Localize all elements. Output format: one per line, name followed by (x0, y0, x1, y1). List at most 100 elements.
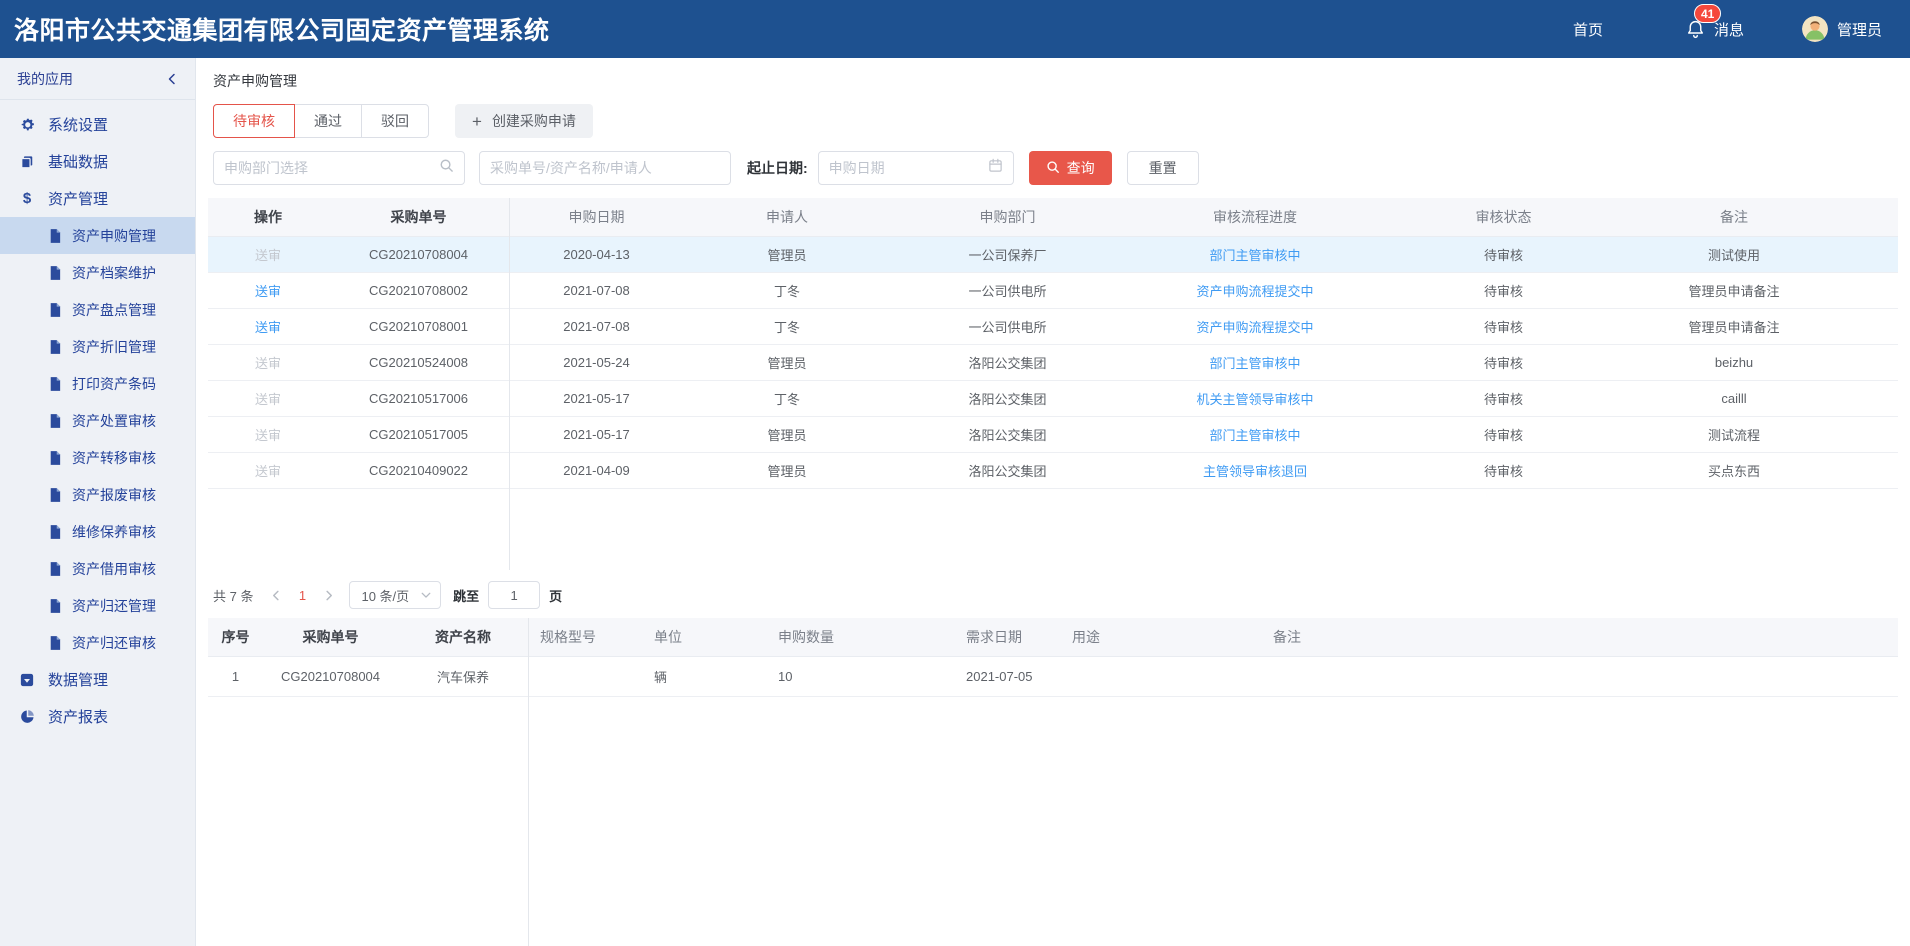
file-icon (47, 377, 63, 391)
sidebar-item-label: 基础数据 (48, 151, 108, 172)
column-header: 单位 (642, 618, 766, 656)
avatar (1802, 16, 1828, 42)
sidebar: 我的应用 系统设置基础数据$资产管理资产申购管理资产档案维护资产盘点管理资产折旧… (0, 58, 196, 946)
messages-nav[interactable]: 41 消息 (1685, 19, 1744, 40)
sidebar-item-asset-management[interactable]: $资产管理 (0, 180, 195, 217)
sidebar-item-label: 资产归还管理 (72, 596, 156, 616)
submit-review-link[interactable]: 送审 (255, 464, 281, 479)
sidebar-item-system-settings[interactable]: 系统设置 (0, 106, 195, 143)
sidebar-item-data-management[interactable]: 数据管理 (0, 661, 195, 698)
sidebar-item-label: 资产处置审核 (72, 411, 156, 431)
applicant-cell: 丁冬 (684, 380, 890, 416)
sidebar-item-base-data[interactable]: 基础数据 (0, 143, 195, 180)
sidebar-item-asset-return-audit[interactable]: 资产归还审核 (0, 624, 195, 661)
submit-review-link[interactable]: 送审 (255, 284, 281, 299)
keyword-search-box (479, 151, 731, 185)
sidebar-item-asset-inventory[interactable]: 资产盘点管理 (0, 291, 195, 328)
order-row[interactable]: 送审CG202107080042020-04-13管理员一公司保养厂部门主管审核… (208, 236, 1898, 272)
order-row[interactable]: 送审CG202107080022021-07-08丁冬一公司供电所资产申购流程提… (208, 272, 1898, 308)
pagination-current-page[interactable]: 1 (289, 582, 315, 608)
department-cell: 一公司供电所 (890, 272, 1125, 308)
tab-rejected[interactable]: 驳回 (361, 104, 429, 138)
sidebar-item-asset-return-manage[interactable]: 资产归还管理 (0, 587, 195, 624)
sidebar-item-asset-report[interactable]: 资产报表 (0, 698, 195, 735)
progress-link[interactable]: 机关主管领导审核中 (1196, 392, 1313, 407)
tab-pending[interactable]: 待审核 (213, 104, 295, 138)
progress-cell: 资产申购流程提交中 (1125, 272, 1385, 308)
jump-page-input[interactable] (488, 581, 540, 609)
file-icon (47, 340, 63, 354)
date-picker-input[interactable] (829, 160, 982, 176)
main-content: 资产申购管理 待审核通过驳回 + 创建采购申请 起止日期: (196, 58, 1910, 946)
sidebar-collapse-button[interactable] (166, 73, 178, 85)
messages-badge: 41 (1694, 4, 1721, 23)
file-icon (47, 266, 63, 280)
column-header: 采购单号 (328, 198, 509, 236)
progress-link[interactable]: 部门主管审核中 (1209, 248, 1300, 263)
progress-link[interactable]: 主管领导审核退回 (1203, 464, 1307, 479)
need-date-cell: 2021-07-05 (954, 656, 1060, 696)
progress-link[interactable]: 部门主管审核中 (1209, 428, 1300, 443)
sidebar-item-print-barcode[interactable]: 打印资产条码 (0, 365, 195, 402)
index-cell: 1 (208, 656, 263, 696)
column-header: 备注 (1622, 198, 1846, 236)
column-header: 审核状态 (1385, 198, 1622, 236)
submit-review-link[interactable]: 送审 (255, 248, 281, 263)
action-cell: 送审 (208, 308, 328, 344)
reset-button[interactable]: 重置 (1127, 151, 1199, 185)
pagination-prev-button[interactable] (263, 582, 289, 608)
column-header: 序号 (208, 618, 263, 656)
action-cell: 送审 (208, 452, 328, 488)
column-header: 需求日期 (954, 618, 1060, 656)
sidebar-item-asset-transfer[interactable]: 资产转移审核 (0, 439, 195, 476)
detail-row[interactable]: 1CG20210708004汽车保养辆102021-07-05 (208, 656, 1898, 696)
app-layout: 我的应用 系统设置基础数据$资产管理资产申购管理资产档案维护资产盘点管理资产折旧… (0, 58, 1910, 946)
file-icon (47, 599, 63, 613)
keyword-input[interactable] (490, 160, 720, 176)
progress-link[interactable]: 资产申购流程提交中 (1196, 284, 1313, 299)
action-cell: 送审 (208, 272, 328, 308)
sidebar-item-asset-purchase[interactable]: 资产申购管理 (0, 217, 195, 254)
tab-approved[interactable]: 通过 (294, 104, 362, 138)
submit-review-link[interactable]: 送审 (255, 392, 281, 407)
plus-icon: + (472, 113, 482, 130)
order-row[interactable]: 送审CG202107080012021-07-08丁冬一公司供电所资产申购流程提… (208, 308, 1898, 344)
order-row[interactable]: 送审CG202105240082021-05-24管理员洛阳公交集团部门主管审核… (208, 344, 1898, 380)
status-cell: 待审核 (1385, 308, 1622, 344)
page-size-select[interactable]: 10 条/页 (349, 581, 441, 609)
submit-review-link[interactable]: 送审 (255, 320, 281, 335)
order-row[interactable]: 送审CG202105170062021-05-17丁冬洛阳公交集团机关主管领导审… (208, 380, 1898, 416)
filler-cell (1846, 236, 1898, 272)
search-button[interactable]: 查询 (1029, 151, 1112, 185)
sidebar-item-asset-scrap[interactable]: 资产报废审核 (0, 476, 195, 513)
order-row[interactable]: 送审CG202104090222021-04-09管理员洛阳公交集团主管领导审核… (208, 452, 1898, 488)
create-purchase-button[interactable]: + 创建采购申请 (455, 104, 593, 138)
submit-review-link[interactable]: 送审 (255, 428, 281, 443)
order-no-cell: CG20210708001 (328, 308, 509, 344)
progress-link[interactable]: 资产申购流程提交中 (1196, 320, 1313, 335)
sidebar-item-asset-depreciation[interactable]: 资产折旧管理 (0, 328, 195, 365)
nav-home-link[interactable]: 首页 (1573, 19, 1603, 40)
pagination: 共 7 条 1 10 条/页 跳至 页 (196, 570, 1910, 618)
progress-cell: 部门主管审核中 (1125, 236, 1385, 272)
sidebar-item-maintenance-audit[interactable]: 维修保养审核 (0, 513, 195, 550)
sidebar-item-asset-archive[interactable]: 资产档案维护 (0, 254, 195, 291)
sidebar-item-label: 数据管理 (48, 669, 108, 690)
create-purchase-label: 创建采购申请 (492, 111, 576, 131)
app-title: 洛阳市公共交通集团有限公司固定资产管理系统 (14, 11, 550, 47)
pagination-next-button[interactable] (315, 582, 341, 608)
filler-cell (1846, 380, 1898, 416)
submit-review-link[interactable]: 送审 (255, 356, 281, 371)
order-no-cell: CG20210409022 (328, 452, 509, 488)
purchase-date-cell: 2021-07-08 (509, 308, 684, 344)
column-header: 申购部门 (890, 198, 1125, 236)
order-row[interactable]: 送审CG202105170052021-05-17管理员洛阳公交集团部门主管审核… (208, 416, 1898, 452)
applicant-cell: 管理员 (684, 416, 890, 452)
status-cell: 待审核 (1385, 344, 1622, 380)
user-menu[interactable]: 管理员 (1802, 16, 1882, 42)
remark-cell: beizhu (1622, 344, 1846, 380)
sidebar-item-asset-disposal[interactable]: 资产处置审核 (0, 402, 195, 439)
progress-link[interactable]: 部门主管审核中 (1209, 356, 1300, 371)
sidebar-item-asset-borrow[interactable]: 资产借用审核 (0, 550, 195, 587)
dept-select-input[interactable] (224, 160, 433, 176)
